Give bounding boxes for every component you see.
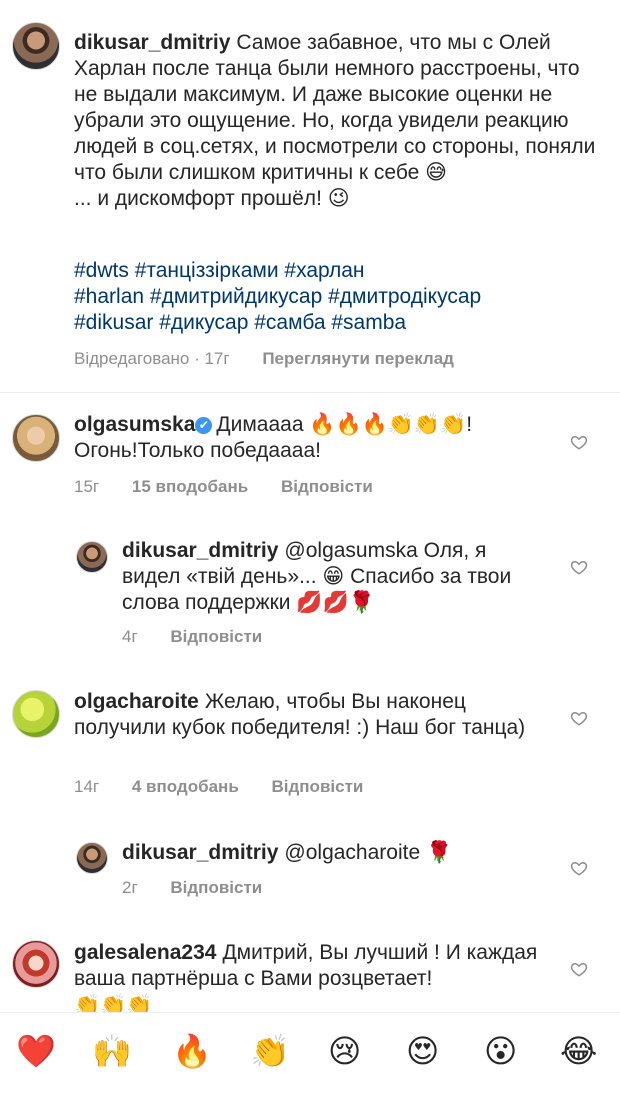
comment-time: 15г (74, 477, 100, 496)
reply-avatar-dikusar[interactable] (76, 541, 108, 573)
caption-body: dikusar_dmitriy Самое забавное, что мы с … (74, 30, 604, 212)
comment-olgacharoite: olgacharoite Желаю, чтобы Вы наконец полу… (74, 689, 544, 741)
caption-hashtags: #dwts #танціззірками #харлан #harlan #дм… (74, 258, 604, 336)
comment-username[interactable]: galesalena234 (74, 941, 216, 964)
comment-likes[interactable]: 4 вподобань (132, 777, 239, 796)
comment-meta: 4г Відповісти (122, 626, 290, 648)
heart-outline-icon[interactable] (570, 960, 588, 978)
crying-face-emoji-icon[interactable]: 😢 (328, 1031, 361, 1071)
caption-text-2: ... и дискомфорт прошёл! 😉 (74, 187, 350, 210)
raising-hands-emoji-icon[interactable]: 🙌 (92, 1031, 132, 1071)
heart-outline-icon[interactable] (570, 709, 588, 727)
surprised-face-emoji-icon[interactable]: 😮 (484, 1031, 517, 1071)
caption-meta: Відредаговано · 17г Переглянути переклад (74, 348, 482, 370)
comment-meta: 2г Відповісти (122, 877, 290, 899)
comment-username[interactable]: olgasumska (74, 413, 195, 436)
reply-button[interactable]: Відповісти (272, 777, 364, 796)
reply-button[interactable]: Відповісти (170, 878, 262, 897)
quick-reaction-bar: ❤️ 🙌 🔥 👏 😢 😍 😮 😂 (0, 1012, 620, 1093)
reply-button[interactable]: Відповісти (281, 477, 373, 496)
comment-text: @olgacharoite 🌹 (284, 841, 453, 864)
red-heart-emoji-icon[interactable]: ❤️ (16, 1031, 56, 1071)
hashtag-line-3[interactable]: #dikusar #дикусар #самба #samba (74, 310, 604, 336)
heart-outline-icon[interactable] (570, 558, 588, 576)
hashtag-line-2[interactable]: #harlan #дмитрийдикусар #дмитродікусар (74, 284, 604, 310)
caption-divider (0, 392, 620, 393)
comment-galesalena234: galesalena234 Дмитрий, Вы лучший ! И кажд… (74, 940, 544, 1018)
comment-meta: 14г 4 вподобань Відповісти (74, 776, 391, 798)
comment-username[interactable]: olgacharoite (74, 690, 199, 713)
reply-dikusar-2: dikusar_dmitriy @olgacharoite 🌹 (122, 840, 552, 866)
reply-dikusar-1: dikusar_dmitriy @olgasumska Оля, я видел … (122, 538, 522, 616)
tears-of-joy-emoji-icon[interactable]: 😂 (560, 1031, 597, 1071)
see-translation-link[interactable]: Переглянути переклад (262, 349, 454, 368)
reply-avatar-dikusar[interactable] (76, 842, 108, 874)
verified-badge-icon: ✔ (195, 417, 213, 434)
comment-likes[interactable]: 15 вподобань (132, 477, 248, 496)
heart-outline-icon[interactable] (570, 859, 588, 877)
heart-eyes-emoji-icon[interactable]: 😍 (406, 1031, 439, 1071)
caption-avatar[interactable] (12, 22, 60, 70)
caption-username[interactable]: dikusar_dmitriy (74, 31, 230, 54)
heart-outline-icon[interactable] (570, 433, 588, 451)
comment-olgasumska: olgasumska ✔ Димаааа 🔥🔥🔥👏👏👏! Огонь!Только … (74, 412, 534, 464)
comment-username[interactable]: dikusar_dmitriy (122, 841, 278, 864)
comment-avatar-galesalena234[interactable] (12, 940, 60, 988)
reply-button[interactable]: Відповісти (170, 627, 262, 646)
clapping-hands-emoji-icon[interactable]: 👏 (250, 1031, 290, 1071)
caption-edited-time: Відредаговано · 17г (74, 349, 230, 368)
comment-meta: 15г 15 вподобань Відповісти (74, 476, 401, 498)
fire-emoji-icon[interactable]: 🔥 (172, 1031, 212, 1071)
comment-time: 2г (122, 878, 138, 897)
hashtag-line-1[interactable]: #dwts #танціззірками #харлан (74, 258, 604, 284)
comment-avatar-olgacharoite[interactable] (12, 690, 60, 738)
comment-username[interactable]: dikusar_dmitriy (122, 539, 278, 562)
comment-time: 14г (74, 777, 100, 796)
comment-avatar-olgasumska[interactable] (12, 414, 60, 462)
comment-time: 4г (122, 627, 138, 646)
